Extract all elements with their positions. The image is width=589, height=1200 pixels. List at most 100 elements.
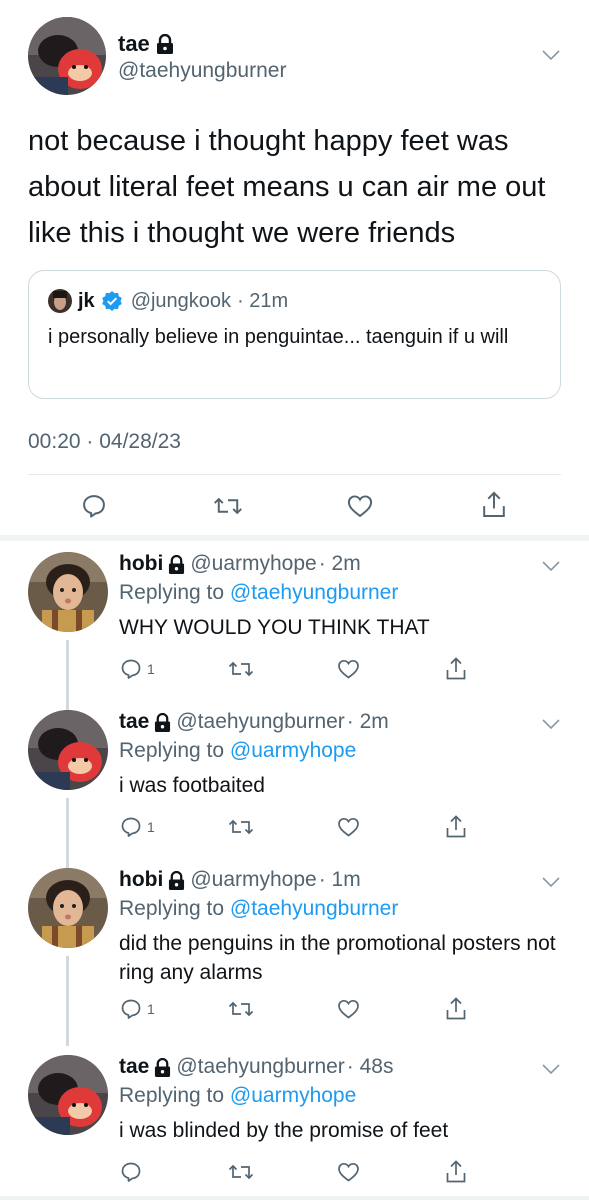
replying-to: Replying to @uarmyhope bbox=[119, 739, 356, 763]
like-button[interactable] bbox=[336, 1160, 361, 1184]
avatar[interactable] bbox=[28, 868, 108, 948]
reply-icon bbox=[121, 1162, 141, 1182]
reply-button[interactable]: 1 bbox=[119, 997, 155, 1021]
chevron-down-icon[interactable] bbox=[542, 876, 560, 888]
reply-tweet[interactable]: hobi @uarmyhope · 1m Replying to @taehyungb… bbox=[0, 868, 589, 1031]
handle[interactable]: @taehyungburner bbox=[176, 710, 344, 734]
quote-avatar bbox=[48, 289, 72, 313]
retweet-icon bbox=[214, 497, 242, 515]
chevron-down-icon[interactable] bbox=[542, 49, 560, 61]
reply-icon bbox=[83, 495, 105, 518]
quote-header: jk @jungkook · 21m bbox=[48, 289, 288, 313]
chevron-down-icon[interactable] bbox=[542, 560, 560, 572]
handle[interactable]: @uarmyhope bbox=[190, 868, 316, 892]
reply-tweet[interactable]: tae @taehyungburner · 2m Replying to @uarmy… bbox=[0, 710, 589, 849]
reply-text: i was footbaited bbox=[119, 774, 265, 797]
share-button[interactable] bbox=[444, 996, 468, 1022]
replying-to-label: Replying to bbox=[119, 1084, 225, 1107]
reply-button[interactable] bbox=[80, 492, 108, 520]
replying-to-link[interactable]: @uarmyhope bbox=[230, 1084, 356, 1107]
like-icon bbox=[338, 659, 359, 679]
share-icon bbox=[446, 815, 466, 838]
reply-time: · 2m bbox=[346, 710, 389, 733]
avatar[interactable] bbox=[28, 1055, 108, 1135]
display-name[interactable]: hobi bbox=[119, 868, 163, 892]
like-button[interactable] bbox=[336, 815, 361, 839]
like-icon bbox=[338, 817, 359, 837]
like-button[interactable] bbox=[345, 492, 375, 520]
reply-text: WHY WOULD YOU THINK THAT bbox=[119, 616, 430, 639]
quote-time: · 21m bbox=[237, 289, 289, 312]
like-button[interactable] bbox=[336, 997, 361, 1021]
reply-tweet[interactable]: hobi @uarmyhope · 2m Replying to @taehyungb… bbox=[0, 552, 589, 691]
retweet-button[interactable] bbox=[213, 492, 243, 520]
retweet-icon bbox=[228, 661, 254, 677]
display-name[interactable]: tae bbox=[118, 31, 174, 57]
replying-to: Replying to @taehyungburner bbox=[119, 581, 398, 605]
avatar[interactable] bbox=[28, 552, 108, 632]
reply-text: i was blinded by the promise of feet bbox=[119, 1119, 449, 1142]
reply-header: hobi @uarmyhope · 1m bbox=[119, 868, 361, 892]
lock-icon bbox=[155, 712, 171, 732]
replying-to-label: Replying to bbox=[119, 581, 225, 604]
share-button[interactable] bbox=[480, 490, 508, 520]
like-icon bbox=[347, 495, 373, 518]
quoted-tweet[interactable]: jk @jungkook · 21m i personally believe … bbox=[28, 270, 561, 399]
share-button[interactable] bbox=[444, 656, 468, 682]
replying-to-label: Replying to bbox=[119, 897, 225, 920]
reply-count: 1 bbox=[147, 661, 155, 677]
display-name-text[interactable]: tae bbox=[118, 31, 150, 57]
handle[interactable]: @taehyungburner bbox=[118, 59, 286, 83]
handle[interactable]: @uarmyhope bbox=[190, 552, 316, 576]
like-button[interactable] bbox=[336, 657, 361, 681]
lock-icon bbox=[169, 554, 185, 574]
tweet-text: not because i thought happy feet was abo… bbox=[28, 125, 546, 249]
replying-to-link[interactable]: @taehyungburner bbox=[230, 581, 398, 604]
replying-to-link[interactable]: @uarmyhope bbox=[230, 739, 356, 762]
reply-button[interactable] bbox=[119, 1160, 147, 1184]
display-name[interactable]: tae bbox=[119, 710, 149, 734]
divider bbox=[0, 1196, 589, 1200]
retweet-button[interactable] bbox=[228, 815, 254, 839]
reply-header: tae @taehyungburner · 48s bbox=[119, 1055, 393, 1079]
retweet-button[interactable] bbox=[228, 1160, 254, 1184]
share-button[interactable] bbox=[444, 1159, 468, 1185]
handle[interactable]: @taehyungburner bbox=[176, 1055, 344, 1079]
lock-icon bbox=[169, 870, 185, 890]
action-bar bbox=[28, 488, 561, 524]
retweet-button[interactable] bbox=[228, 657, 254, 681]
reply-count: 1 bbox=[147, 819, 155, 835]
reply-tweet[interactable]: tae @taehyungburner · 48s Replying to @uarm… bbox=[0, 1055, 589, 1194]
retweet-button[interactable] bbox=[228, 997, 254, 1021]
reply-button[interactable]: 1 bbox=[119, 815, 155, 839]
avatar[interactable] bbox=[28, 710, 108, 790]
quote-name: jk bbox=[78, 289, 95, 312]
share-icon bbox=[446, 657, 466, 680]
quote-handle: @jungkook bbox=[130, 289, 232, 312]
avatar[interactable] bbox=[28, 17, 106, 95]
share-button[interactable] bbox=[444, 814, 468, 840]
chevron-down-icon[interactable] bbox=[542, 1063, 560, 1075]
tweet-timestamp[interactable]: 00:20 · 04/28/23 bbox=[28, 430, 181, 454]
retweet-icon bbox=[228, 819, 254, 835]
reply-count: 1 bbox=[147, 1001, 155, 1017]
chevron-down-icon[interactable] bbox=[542, 718, 560, 730]
verified-badge-icon bbox=[101, 291, 122, 311]
reply-time: · 48s bbox=[346, 1055, 394, 1078]
reply-icon bbox=[121, 817, 141, 837]
like-icon bbox=[338, 1162, 359, 1182]
reply-time: · 2m bbox=[318, 552, 361, 575]
lock-icon bbox=[155, 1057, 171, 1077]
display-name[interactable]: hobi bbox=[119, 552, 163, 576]
reply-time: · 1m bbox=[318, 868, 361, 891]
reply-button[interactable]: 1 bbox=[119, 657, 155, 681]
reply-icon bbox=[121, 659, 141, 679]
share-icon bbox=[446, 1160, 466, 1183]
reply-icon bbox=[121, 999, 141, 1019]
share-icon bbox=[483, 491, 505, 517]
replying-to: Replying to @uarmyhope bbox=[119, 1084, 356, 1108]
display-name[interactable]: tae bbox=[119, 1055, 149, 1079]
retweet-icon bbox=[228, 1001, 254, 1017]
share-icon bbox=[446, 997, 466, 1020]
replying-to-link[interactable]: @taehyungburner bbox=[230, 897, 398, 920]
